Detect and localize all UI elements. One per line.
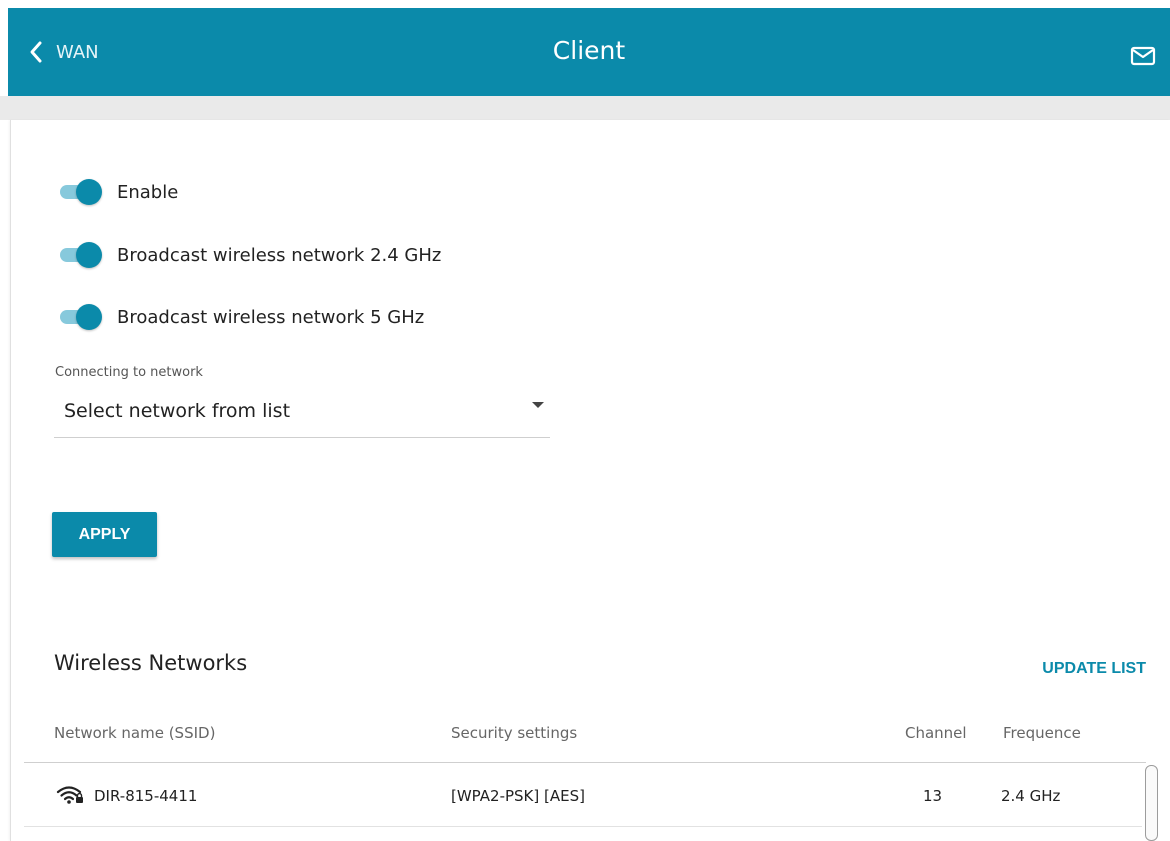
update-list-button[interactable]: UPDATE LIST — [1042, 660, 1146, 678]
table-row[interactable]: DIR-815-4411 [WPA2-PSK] [AES] 13 2.4 GHz — [24, 763, 1142, 827]
enable-toggle-row: Enable — [58, 176, 178, 208]
page-title: Client — [552, 36, 626, 65]
network-select-value: Select network from list — [64, 400, 291, 422]
toggle-knob — [76, 179, 102, 205]
column-header-security: Security settings — [451, 724, 578, 742]
envelope-icon[interactable] — [1128, 44, 1158, 68]
caret-down-icon — [532, 402, 544, 408]
broadcast-24ghz-label: Broadcast wireless network 2.4 GHz — [117, 244, 442, 266]
channel-cell: 13 — [923, 787, 943, 805]
toggle-knob — [76, 242, 102, 268]
column-header-ssid: Network name (SSID) — [54, 724, 216, 742]
table-scrollbar-thumb[interactable] — [1145, 765, 1158, 841]
wireless-networks-title: Wireless Networks — [54, 651, 248, 675]
frequency-cell: 2.4 GHz — [1001, 787, 1061, 805]
broadcast-24-toggle-row: Broadcast wireless network 2.4 GHz — [58, 239, 441, 271]
broadcast-24ghz-toggle[interactable] — [58, 241, 102, 269]
broadcast-5-toggle-row: Broadcast wireless network 5 GHz — [58, 301, 424, 333]
broadcast-5ghz-toggle[interactable] — [58, 303, 102, 331]
column-header-channel: Channel — [905, 724, 967, 742]
ssid-cell: DIR-815-4411 — [94, 787, 198, 805]
wifi-lock-icon — [56, 786, 83, 804]
enable-label: Enable — [117, 181, 179, 203]
app-header: WAN Client — [8, 8, 1170, 96]
broadcast-5ghz-label: Broadcast wireless network 5 GHz — [117, 306, 425, 328]
apply-button[interactable]: APPLY — [52, 512, 157, 557]
network-select[interactable]: Select network from list — [54, 388, 550, 438]
security-cell: [WPA2-PSK] [AES] — [451, 787, 585, 805]
column-header-frequency: Frequence — [1003, 724, 1081, 742]
header-spacer — [0, 96, 1170, 120]
toggle-knob — [76, 304, 102, 330]
enable-toggle[interactable] — [58, 178, 102, 206]
connect-network-label: Connecting to network — [55, 365, 203, 380]
